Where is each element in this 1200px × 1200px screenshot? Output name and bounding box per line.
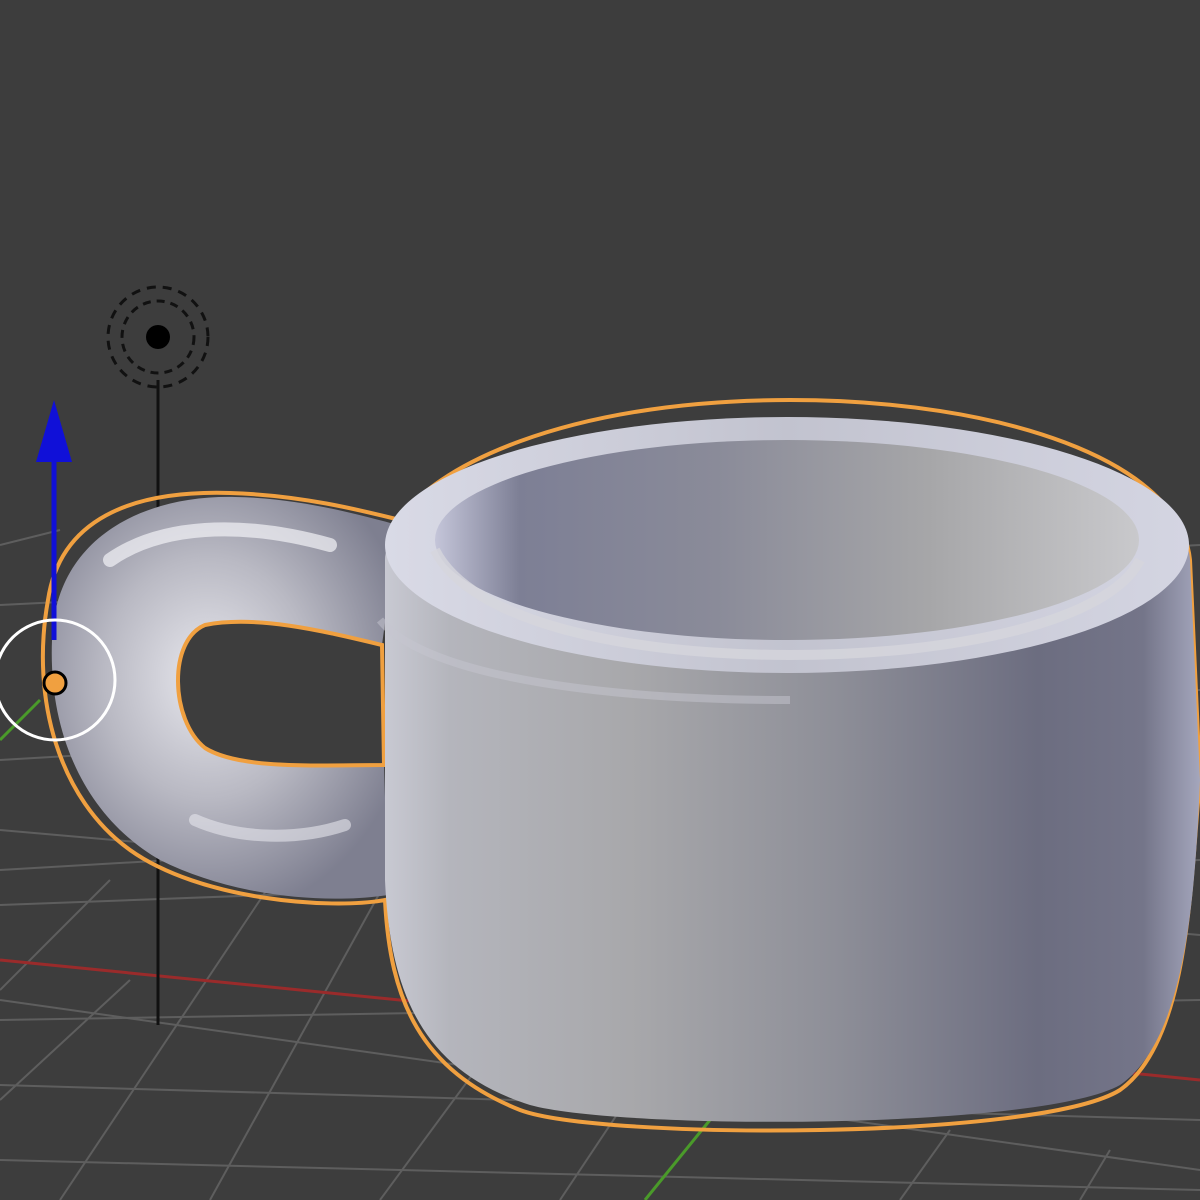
3d-viewport[interactable]: [0, 0, 1200, 1200]
